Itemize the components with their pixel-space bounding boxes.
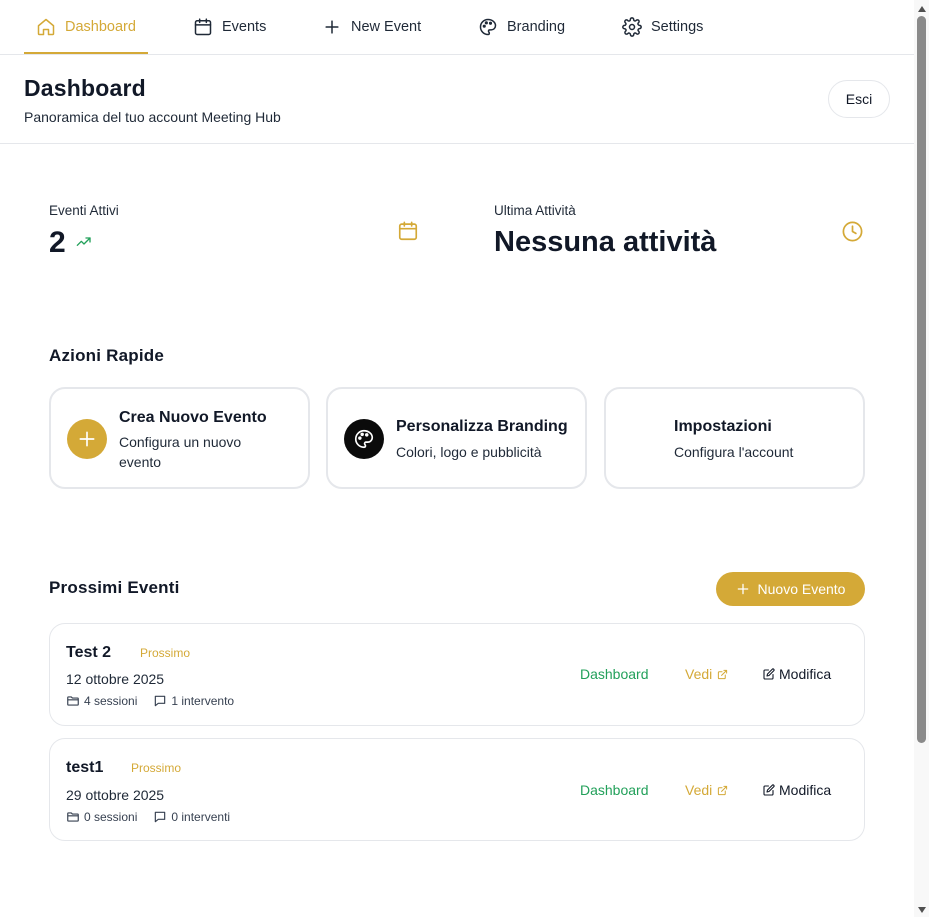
nav-tab-settings[interactable]: Settings bbox=[622, 0, 703, 54]
quick-action-settings[interactable]: Impostazioni Configura l'account bbox=[604, 387, 865, 489]
plus-icon bbox=[67, 419, 107, 459]
calendar-icon bbox=[193, 17, 213, 37]
event-edit-button[interactable]: Modifica bbox=[763, 666, 831, 682]
event-edit-label: Modifica bbox=[779, 782, 832, 798]
page-header: Dashboard Panoramica del tuo account Mee… bbox=[0, 55, 914, 144]
quick-action-desc: Colori, logo e pubblicità bbox=[396, 444, 542, 460]
event-sessions-count: 4 sessioni bbox=[84, 694, 138, 708]
event-view-link[interactable]: Vedi bbox=[685, 666, 728, 682]
home-icon bbox=[36, 17, 56, 37]
trending-up-icon bbox=[76, 236, 92, 248]
page-subtitle: Panoramica del tuo account Meeting Hub bbox=[24, 109, 281, 125]
event-talks-count: 1 intervento bbox=[171, 694, 235, 708]
event-view-link[interactable]: Vedi bbox=[685, 782, 728, 798]
quick-action-title: Personalizza Branding bbox=[396, 418, 568, 435]
event-edit-button[interactable]: Modifica bbox=[763, 782, 831, 798]
quick-action-title: Impostazioni bbox=[674, 418, 772, 435]
logout-button[interactable]: Esci bbox=[828, 80, 890, 118]
event-meta: 4 sessioni 1 intervento bbox=[66, 694, 250, 708]
clock-icon bbox=[841, 220, 863, 242]
upcoming-events-title: Prossimi Eventi bbox=[49, 578, 180, 597]
folder-icon bbox=[66, 810, 80, 824]
scroll-up-arrow-icon[interactable] bbox=[917, 4, 926, 13]
event-edit-label: Modifica bbox=[779, 666, 832, 682]
event-name: Test 2 bbox=[66, 644, 112, 661]
event-dashboard-link[interactable]: Dashboard bbox=[580, 782, 649, 798]
external-link-icon bbox=[717, 669, 728, 680]
event-sessions: 4 sessioni bbox=[66, 694, 137, 708]
nav-tab-new-event[interactable]: New Event bbox=[322, 0, 421, 54]
gear-icon bbox=[622, 17, 642, 37]
nav-tab-label: Branding bbox=[507, 19, 566, 35]
event-dashboard-link[interactable]: Dashboard bbox=[580, 666, 649, 682]
nav-tab-branding[interactable]: Branding bbox=[478, 0, 565, 54]
event-name: test1 bbox=[66, 759, 104, 776]
event-card: test1 Prossimo 29 ottobre 2025 0 session… bbox=[49, 738, 865, 841]
external-link-icon bbox=[717, 785, 728, 796]
event-view-label: Vedi bbox=[685, 782, 713, 798]
event-date: 12 ottobre 2025 bbox=[66, 671, 165, 687]
nav-tab-dashboard[interactable]: Dashboard bbox=[24, 0, 148, 54]
stat-label: Eventi Attivi bbox=[49, 203, 119, 218]
stat-value: 2 bbox=[49, 226, 66, 259]
new-event-button[interactable]: Nuovo Evento bbox=[716, 572, 865, 606]
comment-icon bbox=[153, 694, 167, 708]
event-meta: 0 sessioni 0 interventi bbox=[66, 810, 246, 824]
event-talks-count: 0 interventi bbox=[171, 810, 231, 824]
event-sessions: 0 sessioni bbox=[66, 810, 137, 824]
new-event-label: Nuovo Evento bbox=[757, 581, 846, 597]
quick-action-desc: Configura un nuovo evento bbox=[119, 434, 242, 470]
event-status-badge: Prossimo bbox=[131, 761, 182, 775]
scroll-down-arrow-icon[interactable] bbox=[917, 905, 926, 914]
nav-tab-label: Settings bbox=[651, 19, 704, 35]
nav-tab-label: Dashboard bbox=[65, 19, 136, 35]
event-date: 29 ottobre 2025 bbox=[66, 787, 165, 803]
quick-action-create-event[interactable]: Crea Nuovo Evento Configura un nuovo eve… bbox=[49, 387, 310, 489]
plus-icon bbox=[736, 582, 750, 596]
nav-tab-events[interactable]: Events bbox=[193, 0, 266, 54]
event-talks: 1 intervento bbox=[153, 694, 234, 708]
event-view-label: Vedi bbox=[685, 666, 713, 682]
folder-icon bbox=[66, 694, 80, 708]
stat-label: Ultima Attività bbox=[494, 203, 576, 218]
scrollbar-thumb[interactable] bbox=[917, 16, 926, 743]
calendar-icon bbox=[397, 220, 419, 242]
gear-icon bbox=[622, 419, 662, 459]
event-status-badge: Prossimo bbox=[140, 646, 191, 660]
stat-value: Nessuna attività bbox=[494, 226, 717, 258]
nav-tab-label: New Event bbox=[351, 19, 422, 35]
top-nav: Dashboard Events New Event Branding Sett… bbox=[0, 0, 914, 55]
nav-tab-label: Events bbox=[222, 19, 267, 35]
page-title: Dashboard bbox=[24, 75, 146, 101]
event-card: Test 2 Prossimo 12 ottobre 2025 4 sessio… bbox=[49, 623, 865, 726]
quick-actions-title: Azioni Rapide bbox=[49, 346, 164, 365]
comment-icon bbox=[153, 810, 167, 824]
event-talks: 0 interventi bbox=[153, 810, 230, 824]
edit-icon bbox=[763, 784, 775, 796]
event-sessions-count: 0 sessioni bbox=[84, 810, 138, 824]
palette-icon bbox=[478, 17, 498, 37]
quick-action-title: Crea Nuovo Evento bbox=[119, 409, 267, 426]
palette-icon bbox=[344, 419, 384, 459]
edit-icon bbox=[763, 668, 775, 680]
quick-action-desc: Configura l'account bbox=[674, 444, 794, 460]
quick-action-branding[interactable]: Personalizza Branding Colori, logo e pub… bbox=[326, 387, 587, 489]
plus-icon bbox=[322, 17, 342, 37]
